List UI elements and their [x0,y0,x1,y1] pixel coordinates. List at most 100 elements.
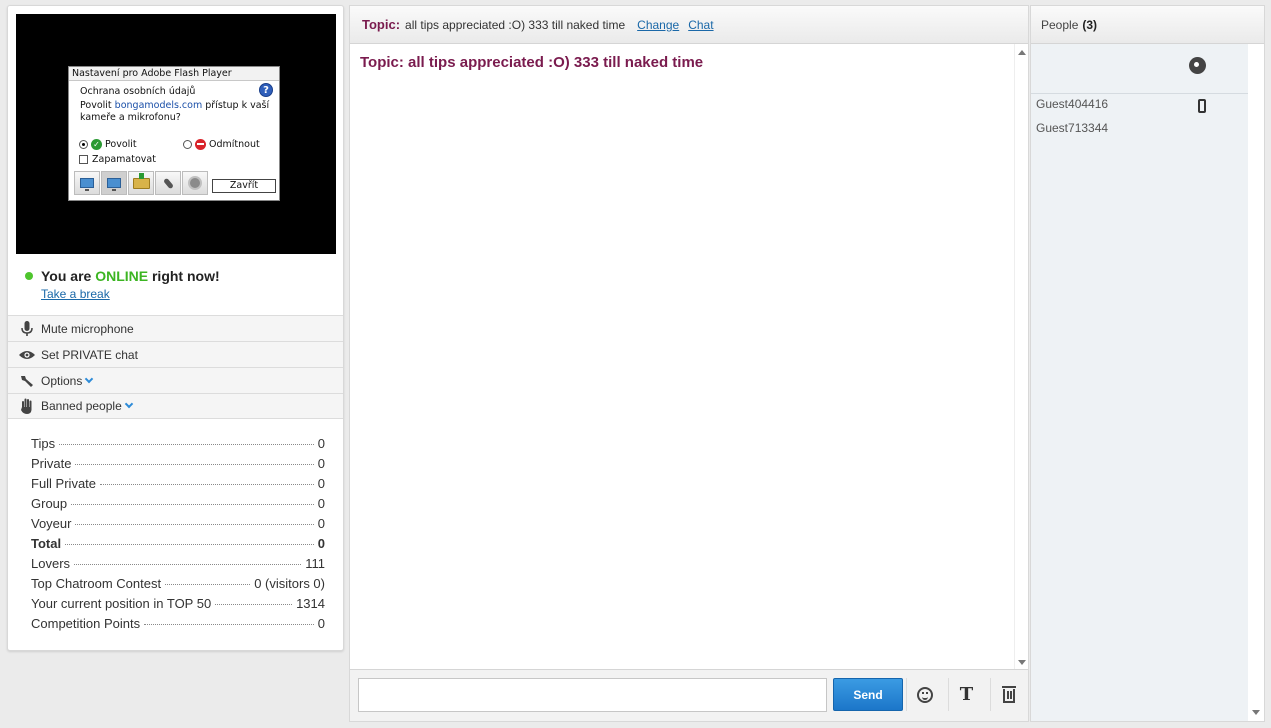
dotted-leader [65,544,314,545]
flash-dialog-title: Nastavení pro Adobe Flash Player [69,67,279,81]
remember-option[interactable]: Zapamatovat [79,154,156,165]
deny-label: Odmítnout [209,139,260,150]
microphone-icon [19,320,35,337]
stat-row-full-private: Full Private 0 [31,476,325,496]
scroll-down-arrow-icon[interactable] [1252,710,1260,715]
chat-messages: Topic: all tips appreciated :O) 333 till… [350,44,1028,671]
allow-option[interactable]: ✓ Povolit [79,139,137,150]
dotted-leader [100,484,314,485]
eye-icon [19,347,35,363]
stat-row-top50-position: Your current position in TOP 50 1314 [31,596,325,616]
remember-label: Zapamatovat [92,154,156,165]
storage-tab[interactable] [128,171,154,195]
status-prefix: You are [41,268,92,284]
hand-icon [19,398,35,414]
clear-chat-button[interactable] [990,678,1026,711]
dotted-leader [165,584,251,585]
stat-row-private: Private 0 [31,456,325,476]
people-list: Guest404416 Guest713344 [1031,44,1249,721]
earnings-stats: Tips 0 Private 0 Full Private 0 Group 0 Voye… [31,436,325,636]
online-status: You are ONLINE right now! [25,268,220,284]
emoticon-button[interactable] [906,678,942,711]
topic-message: Topic: all tips appreciated :O) 333 till… [360,54,704,71]
allow-radio[interactable] [79,140,88,149]
dotted-leader [74,564,302,565]
stat-value: 0 [317,436,325,451]
stat-value: 111 [305,556,325,571]
flash-dialog-heading: Ochrana osobních údajů [80,86,196,97]
webcam-icon[interactable] [1189,57,1206,74]
list-item[interactable]: Guest713344 [1036,121,1108,135]
stat-label: Competition Points [31,616,141,631]
options-label: Options [41,373,83,388]
banned-people-item[interactable]: Banned people [8,393,343,419]
display-tab[interactable] [74,171,100,195]
deny-radio[interactable] [183,140,192,149]
stat-label: Your current position in TOP 50 [31,596,212,611]
stat-value: 0 [317,616,325,631]
message-composer: Send T [350,669,1028,721]
list-item[interactable]: Guest404416 [1036,97,1108,111]
send-button[interactable]: Send [833,678,903,711]
mute-microphone-item[interactable]: Mute microphone [8,315,343,341]
remember-checkbox[interactable] [79,155,88,164]
text-format-icon: T [959,684,974,705]
divider [1031,93,1249,94]
stat-label: Voyeur [31,516,72,531]
chevron-down-icon [85,374,94,383]
set-private-chat-item[interactable]: Set PRIVATE chat [8,341,343,367]
banned-people-label: Banned people [41,399,122,413]
topic-bar: Topic: all tips appreciated :O) 333 till… [350,6,1028,44]
dotted-leader [71,504,314,505]
flash-settings-dialog: Nastavení pro Adobe Flash Player Ochrana… [68,66,280,201]
flash-dialog-question: Povolit bongamodels.com přístup k vaší k… [80,100,272,124]
trash-icon [1001,686,1016,703]
stat-value: 0 [317,476,325,491]
smiley-icon [916,686,933,703]
chat-link[interactable]: Chat [688,18,713,32]
microphone-icon [162,177,174,189]
status-state: ONLINE [95,268,149,284]
dotted-leader [75,464,314,465]
deny-icon [195,139,206,150]
take-a-break-link[interactable]: Take a break [41,287,110,301]
stat-label: Full Private [31,476,97,491]
chevron-down-icon [124,399,133,409]
close-button[interactable]: Zavřít [212,179,276,193]
stat-label: Private [31,456,72,471]
allow-label: Povolit [105,139,137,150]
stat-value: 0 [317,496,325,511]
online-status-text: You are ONLINE right now! [41,268,220,284]
people-label: People [1041,17,1079,32]
privacy-tab[interactable] [101,171,127,195]
status-suffix: right now! [151,268,220,284]
change-topic-link[interactable]: Change [637,18,679,32]
stat-label: Tips [31,436,56,451]
camera-tab[interactable] [182,171,208,195]
people-header: People (3) [1031,6,1264,44]
topic-text: all tips appreciated :O) 333 till naked … [405,17,626,32]
broadcaster-panel: Nastavení pro Adobe Flash Player Ochrana… [7,5,344,651]
chat-scrollbar[interactable] [1014,44,1028,671]
microphone-tab[interactable] [155,171,181,195]
people-scrollbar[interactable] [1248,44,1264,721]
deny-option[interactable]: Odmítnout [183,139,260,150]
stat-value: 0 [317,516,325,531]
dotted-leader [215,604,293,605]
scroll-up-arrow-icon[interactable] [1018,50,1026,55]
stat-value: 0 [317,536,325,551]
font-style-button[interactable]: T [948,678,984,711]
stat-label: Total [31,536,62,551]
options-item[interactable]: Options [8,367,343,393]
online-dot-icon [25,272,33,280]
scroll-down-arrow-icon[interactable] [1018,660,1026,665]
message-input[interactable] [358,678,827,712]
question-prefix: Povolit [80,100,112,111]
chat-panel: Topic: all tips appreciated :O) 333 till… [349,5,1029,722]
dotted-leader [75,524,314,525]
stat-label: Group [31,496,68,511]
people-panel: People (3) Guest404416 Guest713344 [1030,5,1265,722]
privacy-monitor-icon [107,178,121,191]
help-icon[interactable]: ? [259,83,273,97]
check-icon: ✓ [91,139,102,150]
